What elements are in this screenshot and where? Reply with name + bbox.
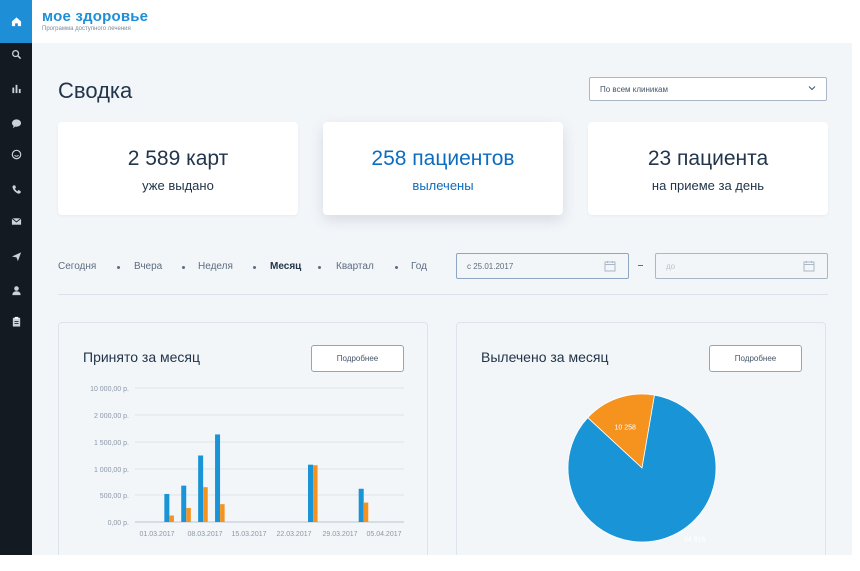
pie-slice-label: 10 258: [615, 424, 637, 431]
separator-dot: [182, 266, 185, 269]
stat-label: вылечены: [412, 178, 474, 193]
x-tick-label: 29.03.2017: [322, 531, 357, 538]
calendar-icon[interactable]: [803, 260, 815, 272]
stat-label: на приеме за день: [651, 178, 765, 193]
period-today[interactable]: Сегодня: [58, 261, 96, 272]
y-tick-label: 10 000,00 р.: [90, 386, 129, 393]
y-tick-label: 1 500,00 р.: [94, 440, 129, 447]
date-from-value: с 25.01.2017: [467, 262, 514, 271]
period-year[interactable]: Год: [411, 261, 427, 272]
sidebar-item-smile[interactable]: [0, 140, 32, 168]
divider: [58, 294, 828, 295]
clinic-select-value: По всем клиникам: [600, 85, 668, 94]
bar-orange[interactable]: [186, 507, 191, 522]
bar-orange[interactable]: [220, 504, 225, 522]
stat-card-patients-today: 23 пациента на приеме за день: [588, 122, 828, 215]
x-tick-label: 05.04.2017: [366, 531, 401, 538]
calendar-icon[interactable]: [604, 260, 616, 272]
y-tick-label: 1 000,00 р.: [94, 467, 129, 474]
bar-blue[interactable]: [358, 488, 364, 522]
sidebar-item-search[interactable]: [0, 40, 32, 68]
user-icon: [11, 285, 21, 295]
bar-orange[interactable]: [203, 487, 208, 522]
date-to-placeholder: до: [666, 262, 676, 271]
date-from-field[interactable]: с 25.01.2017: [456, 253, 629, 279]
y-tick-label: 0,00 р.: [108, 520, 129, 527]
chat-icon: [11, 118, 21, 128]
date-range-separator: [638, 265, 643, 266]
x-tick-label: 08.03.2017: [187, 531, 222, 538]
bar-blue[interactable]: [215, 434, 221, 522]
sidebar: [0, 0, 32, 555]
separator-dot: [117, 266, 120, 269]
sidebar-item-mail[interactable]: [0, 207, 32, 235]
period-yesterday[interactable]: Вчера: [134, 261, 162, 272]
period-week[interactable]: Неделя: [198, 261, 233, 272]
period-quarter[interactable]: Квартал: [336, 261, 374, 272]
y-tick-label: 500,00 р.: [100, 493, 129, 500]
home-icon: [11, 17, 21, 27]
cured-panel: Вылечено за месяц Подробнее 10 258 54 616: [456, 322, 826, 555]
sidebar-item-chat[interactable]: [0, 109, 32, 137]
sidebar-item-bar-chart[interactable]: [0, 74, 32, 102]
x-tick-label: 15.03.2017: [231, 531, 266, 538]
bar-blue[interactable]: [198, 455, 204, 523]
bar-chart: 10 000,00 р. 2 000,00 р. 1 500,00 р. 1 000,…: [90, 386, 404, 538]
sidebar-item-phone[interactable]: [0, 175, 32, 203]
bar-blue[interactable]: [164, 493, 170, 522]
app-frame: мое здоровье Программа доступного лечени…: [0, 0, 852, 555]
stat-value: 23 пациента: [647, 147, 769, 170]
separator-dot: [253, 266, 256, 269]
stat-label: уже выдано: [142, 178, 214, 193]
pie-chart: 10 258 54 616: [567, 393, 717, 543]
bar-blue[interactable]: [181, 485, 187, 522]
logo-subtitle: Программа доступного лечения: [42, 26, 131, 32]
stat-value: 258 пациентов: [371, 147, 515, 170]
sidebar-item-send[interactable]: [0, 242, 32, 270]
bar-orange[interactable]: [169, 515, 174, 522]
y-tick-label: 2 000,00 р.: [94, 413, 129, 420]
clipboard-icon: [12, 316, 20, 327]
bar-blue[interactable]: [308, 464, 313, 522]
bar-chart-icon: [11, 84, 21, 93]
x-tick-label: 22.03.2017: [276, 531, 311, 538]
bar-orange[interactable]: [313, 465, 318, 522]
sidebar-item-clipboard[interactable]: [0, 307, 32, 335]
sidebar-item-home[interactable]: [0, 0, 32, 43]
x-tick-label: 01.03.2017: [139, 531, 174, 538]
logo[interactable]: мое здоровье Программа доступного лечени…: [42, 8, 149, 33]
separator-dot: [318, 266, 321, 269]
top-bar: мое здоровье Программа доступного лечени…: [32, 0, 852, 43]
clinic-select[interactable]: По всем клиникам: [589, 77, 827, 101]
mail-icon: [11, 217, 21, 225]
smile-icon: [11, 149, 21, 159]
search-icon: [11, 49, 21, 59]
page-title: Сводка: [58, 78, 133, 103]
chevron-down-icon: [808, 86, 816, 91]
pie-slice-label: 54 616: [684, 536, 706, 543]
bar-orange[interactable]: [363, 502, 369, 522]
stat-card-patients-cured: 258 пациентов вылечены: [323, 122, 563, 215]
send-icon: [11, 251, 21, 261]
date-to-field[interactable]: до: [655, 253, 828, 279]
logo-title: мое здоровье: [42, 8, 149, 25]
separator-dot: [395, 266, 398, 269]
stat-card-cards: 2 589 карт уже выдано: [58, 122, 298, 215]
sidebar-item-user[interactable]: [0, 276, 32, 304]
stat-value: 2 589 карт: [127, 147, 229, 170]
period-month[interactable]: Месяц: [270, 261, 301, 272]
phone-icon: [11, 184, 21, 194]
accepted-panel: Принято за месяц Подробнее 10 000,00 р. 2…: [58, 322, 428, 555]
